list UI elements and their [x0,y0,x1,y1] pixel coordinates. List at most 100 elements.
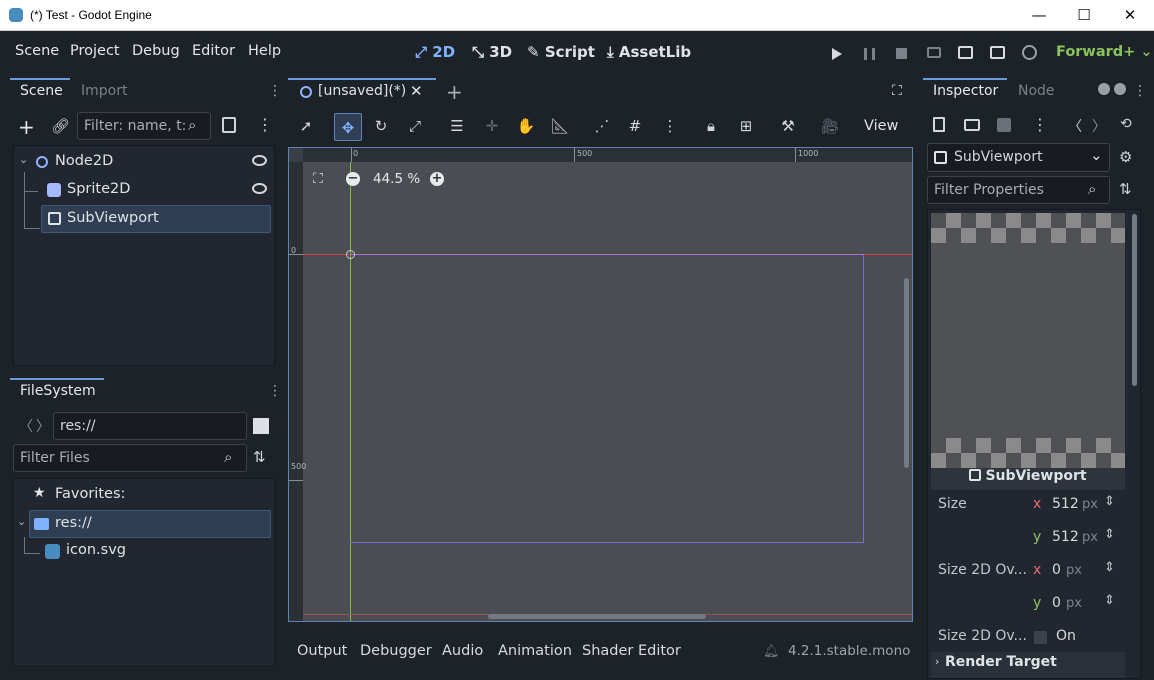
camera-override-icon[interactable]: 🎥︎ [817,113,843,139]
visibility-eye-icon[interactable] [252,155,267,166]
stop-icon[interactable] [896,48,907,59]
workspace-script-button[interactable]: ✎ Script [527,43,595,61]
bottom-tab-debugger[interactable]: Debugger [360,643,432,659]
maximize-button[interactable]: ☐ [1061,4,1107,26]
instance-scene-icon[interactable]: 🔗︎ [51,117,70,135]
list-selectable-icon[interactable]: ☰ [444,113,470,139]
new-scene-tab-icon[interactable]: + [446,80,463,104]
size-x-value[interactable]: 512 [1052,496,1079,512]
spinner-arrows-icon[interactable]: ⇕ [1104,494,1115,509]
spinner-arrows-icon[interactable]: ⇕ [1104,527,1115,542]
move-mode-icon[interactable]: ✥ [334,113,362,141]
pan-mode-icon[interactable]: ✋ [513,113,539,139]
sort-icon[interactable]: ⇅ [253,448,266,466]
chevron-down-icon[interactable]: ⌄ [17,515,26,528]
smart-snap-icon[interactable]: ⋰ [589,113,615,139]
size-y-value[interactable]: 512 [1052,529,1079,545]
file-row-icon-svg[interactable]: icon.svg [41,538,271,566]
scene-toolbar-menu-icon[interactable]: ⋮ [257,115,273,134]
pivot-mode-icon[interactable]: ✛ [479,113,505,139]
notification-bell-icon[interactable]: 🔔︎ [763,644,780,659]
toggle-split-icon[interactable] [253,418,269,434]
history-back-icon[interactable]: 〈 [1068,116,1082,136]
grid-snap-icon[interactable]: # [622,113,648,139]
ruler-mode-icon[interactable]: 📐︎ [547,113,573,139]
scene-dock-menu-icon[interactable]: ⋮ [268,83,282,99]
visibility-eye-icon[interactable] [252,183,267,194]
tab-scroll-right-icon[interactable] [1114,83,1126,95]
tab-inspector[interactable]: Inspector [933,83,998,99]
save-icon[interactable] [997,118,1011,132]
spinner-arrows-icon[interactable]: ⇕ [1104,593,1115,608]
group-icon[interactable]: ⊞ [733,113,759,139]
tab-node[interactable]: Node [1018,83,1055,99]
play-custom-scene-icon[interactable] [990,46,1005,59]
scale-mode-icon[interactable]: ⤢ [402,113,428,139]
menu-editor[interactable]: Editor [192,43,235,59]
bottom-tab-audio[interactable]: Audio [442,643,483,659]
tab-scroll-left-icon[interactable] [1098,83,1110,95]
scene-filter-input[interactable]: Filter: name, t:t ⌕ [77,112,211,140]
menu-scene[interactable]: Scene [15,43,59,59]
inspector-menu-icon[interactable]: ⋮ [1133,83,1147,99]
close-window-button[interactable]: ✕ [1107,4,1153,26]
inspector-tools-menu-icon[interactable]: ⋮ [1032,115,1048,134]
lock-icon[interactable]: 🔒︎ [698,113,724,139]
workspace-assetlib-button[interactable]: ⤓ AssetLib [607,43,691,61]
view-menu[interactable]: View [864,118,898,134]
object-history-icon[interactable]: ⟲ [1120,116,1132,132]
menu-project[interactable]: Project [70,43,120,59]
tree-row-node2d[interactable]: ⌄ Node2D [17,149,271,177]
horizontal-scrollbar[interactable] [488,614,706,619]
stretch-checkbox[interactable] [1034,631,1047,644]
tree-row-subviewport[interactable]: SubViewport [41,205,271,233]
tab-import[interactable]: Import [81,83,127,99]
path-input[interactable]: res:// [53,412,247,440]
override-x-value[interactable]: 0 [1052,562,1061,578]
snap-options-icon[interactable]: ⋮ [657,113,683,139]
bottom-tab-shader-editor[interactable]: Shader Editor [582,643,681,659]
bottom-tab-animation[interactable]: Animation [498,643,572,659]
play-scene-icon[interactable] [958,46,973,59]
remote-debug-icon[interactable] [927,47,941,58]
inspector-scrollbar[interactable] [1132,214,1137,386]
select-mode-icon[interactable]: ➚ [293,113,319,139]
zoom-level[interactable]: 44.5 % [373,171,420,187]
override-y-value[interactable]: 0 [1052,595,1061,611]
zoom-reset-icon[interactable]: ⛶ [313,171,323,187]
menu-debug[interactable]: Debug [132,43,180,59]
bottom-tab-output[interactable]: Output [297,643,347,659]
play-icon[interactable] [832,48,842,60]
open-folder-icon[interactable] [964,119,980,131]
zoom-in-button[interactable]: + [430,172,444,186]
menu-help[interactable]: Help [248,43,281,59]
minimize-button[interactable]: — [1016,4,1062,26]
history-back-icon[interactable]: 〈 [19,416,33,436]
tab-filesystem[interactable]: FileSystem [20,383,96,399]
vertical-scrollbar[interactable] [904,278,909,468]
workspace-2d-button[interactable]: ⤢ 2D [415,43,455,61]
node-config-icon[interactable]: ⚙ [1119,148,1132,166]
render-target-section[interactable]: › Render Target [931,652,1125,678]
favorites-row[interactable]: ★ Favorites: [17,482,271,510]
new-resource-icon[interactable] [933,117,945,132]
history-forward-icon[interactable]: 〉 [36,416,50,436]
filter-properties-input[interactable]: Filter Properties ⌕ [927,176,1110,204]
rotate-mode-icon[interactable]: ↻ [368,113,394,139]
spinner-arrows-icon[interactable]: ⇕ [1104,560,1115,575]
distraction-free-icon[interactable]: ⛶ [892,83,902,99]
scene-tab-unsaved[interactable]: [unsaved](*) ✕ [288,80,436,106]
workspace-3d-button[interactable]: ⤡ 3D [472,43,512,61]
attach-script-icon[interactable] [222,117,236,133]
history-forward-icon[interactable]: 〉 [1092,116,1106,136]
add-node-icon[interactable]: + [18,115,35,139]
tab-scene[interactable]: Scene [20,83,63,99]
res-root-row[interactable]: ⌄ res:// [17,510,271,538]
skeleton-bone-icon[interactable]: ⚒ [775,113,801,139]
tree-row-sprite2d[interactable]: Sprite2D [17,177,271,205]
filesystem-menu-icon[interactable]: ⋮ [268,383,282,399]
property-options-icon[interactable]: ⇅ [1119,180,1132,198]
renderer-dropdown[interactable]: Forward+ ⌄ [1056,44,1153,60]
pause-icon[interactable] [864,48,875,60]
chevron-down-icon[interactable]: ⌄ [19,153,28,166]
